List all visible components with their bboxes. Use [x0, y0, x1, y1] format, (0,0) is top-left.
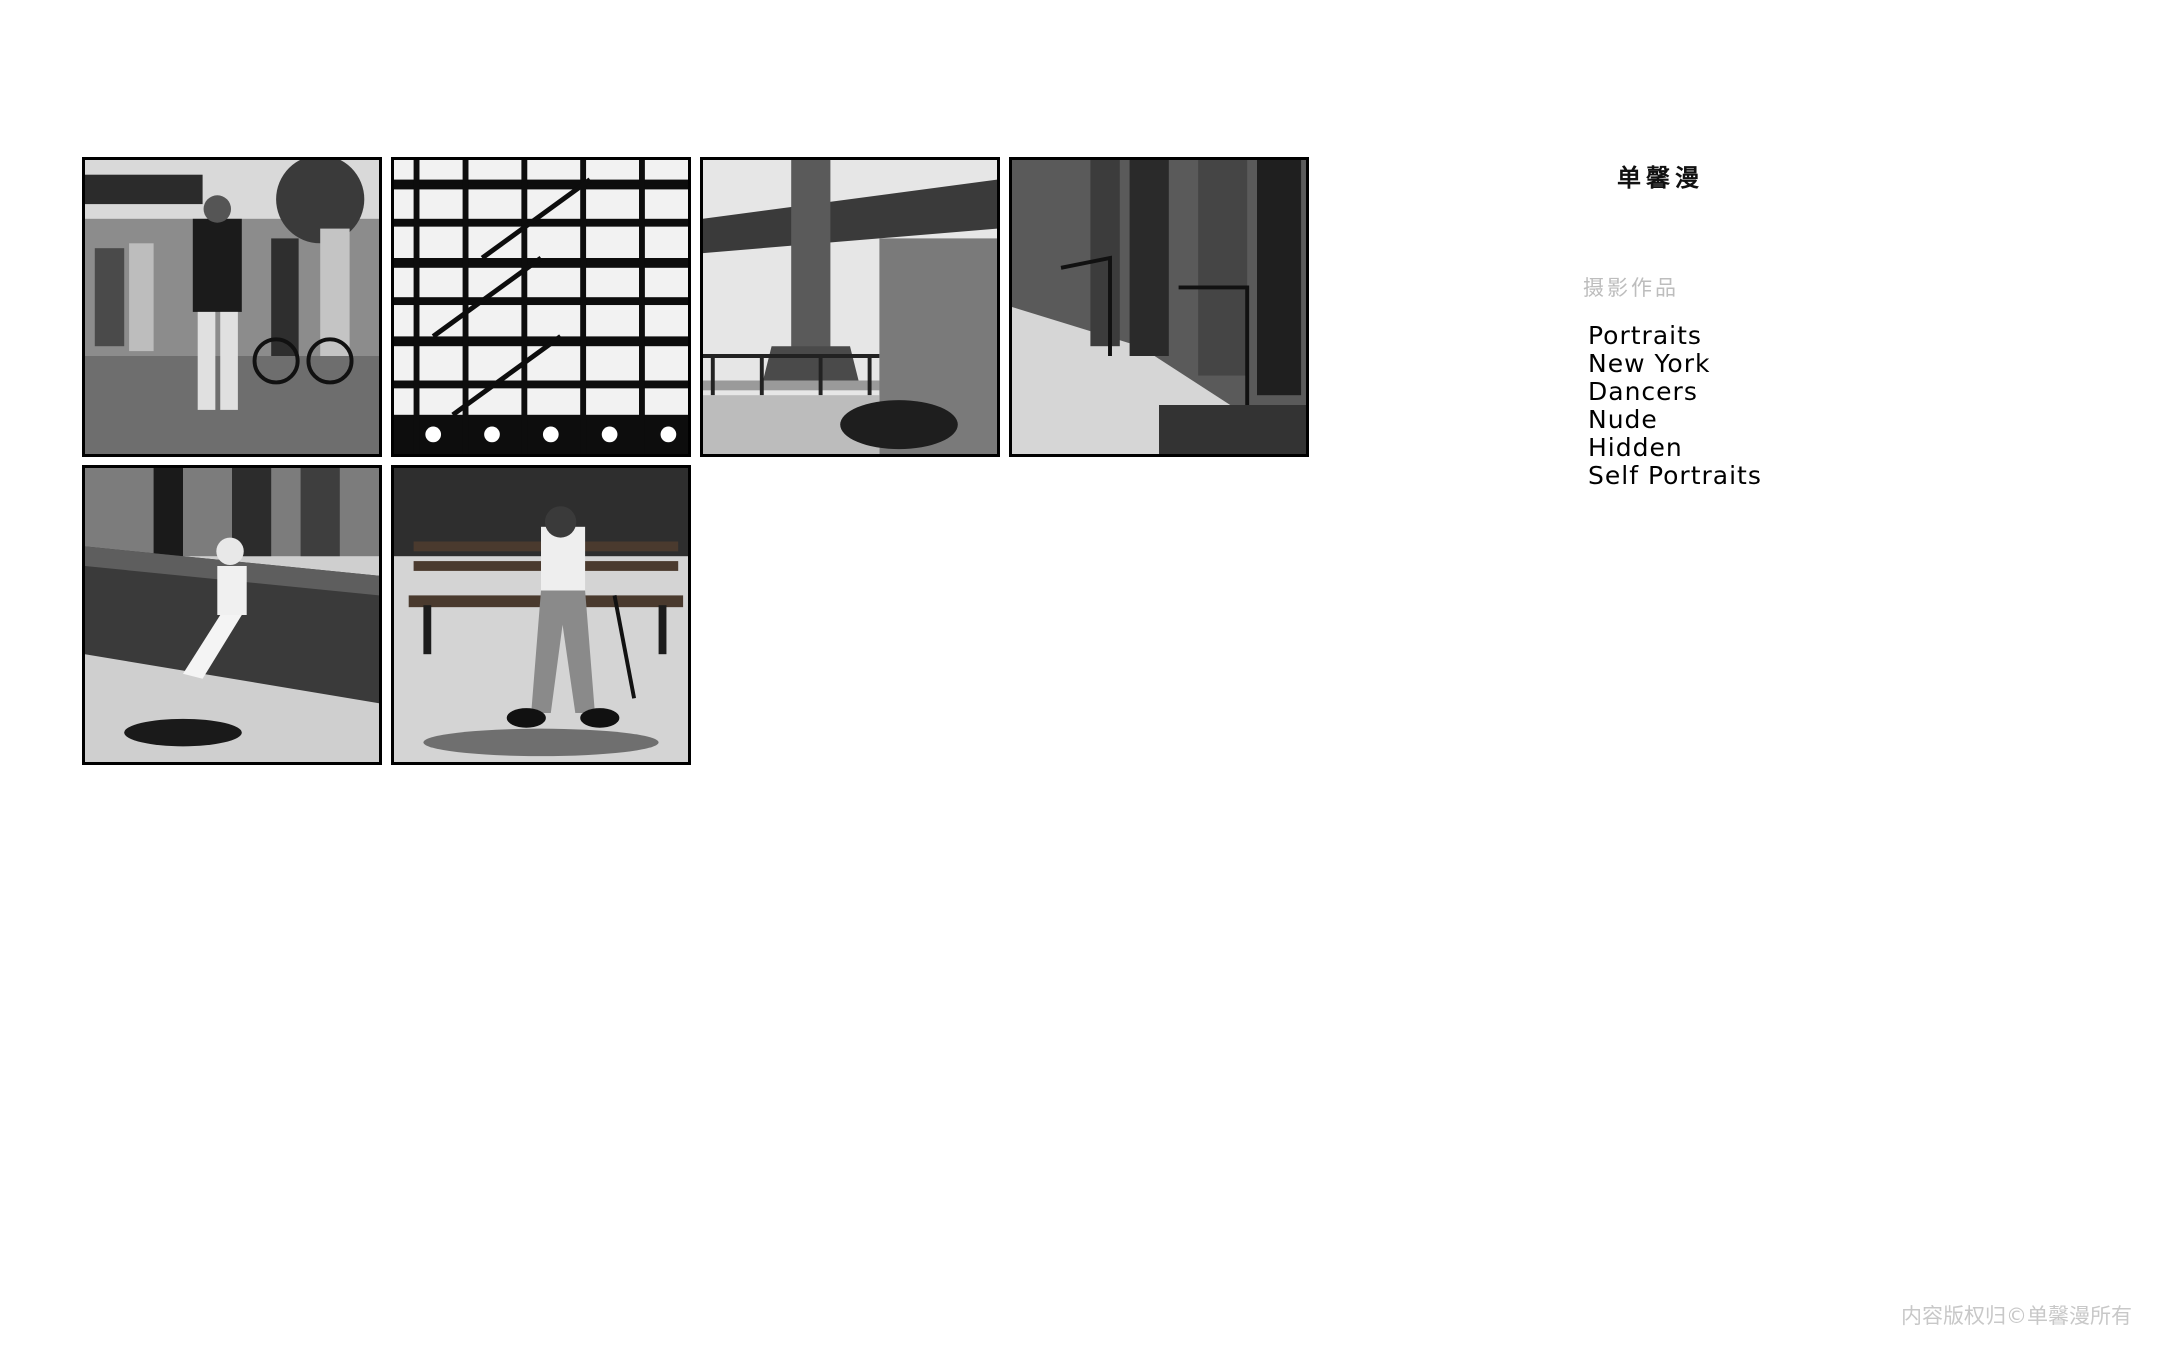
photo-thumbnail-fire-escape[interactable]	[391, 157, 691, 457]
photo-doorway	[1012, 160, 1306, 454]
photo-thumbnail-doorway[interactable]	[1009, 157, 1309, 457]
nav-item-hidden[interactable]: Hidden	[1588, 434, 1762, 462]
nav-item-dancers[interactable]: Dancers	[1588, 378, 1762, 406]
photo-street-crowd	[85, 160, 379, 454]
category-nav: Portraits New York Dancers Nude Hidden S…	[1588, 322, 1762, 490]
photo-child-ledge	[85, 468, 379, 762]
photo-fire-escape	[394, 160, 688, 454]
nav-item-self-portraits[interactable]: Self Portraits	[1588, 462, 1762, 490]
photo-thumbnail-child-ledge[interactable]	[82, 465, 382, 765]
photo-thumbnail-bench-sleeper[interactable]	[391, 465, 691, 765]
nav-item-nude[interactable]: Nude	[1588, 406, 1762, 434]
nav-item-new-york[interactable]: New York	[1588, 350, 1762, 378]
photo-bench-sleeper	[394, 468, 688, 762]
page: 单馨漫 摄影作品 Portraits New York Dancers Nude…	[0, 0, 2160, 1350]
site-title[interactable]: 单馨漫	[1617, 158, 1704, 193]
photo-thumbnail-street-crowd[interactable]	[82, 157, 382, 457]
nav-item-portraits[interactable]: Portraits	[1588, 322, 1762, 350]
photo-bridge	[703, 160, 997, 454]
section-label: 摄影作品	[1583, 276, 1679, 300]
photo-thumbnail-bridge[interactable]	[700, 157, 1000, 457]
copyright-notice: 内容版权归©单馨漫所有	[1901, 1304, 2132, 1328]
photo-gallery	[82, 157, 1322, 765]
